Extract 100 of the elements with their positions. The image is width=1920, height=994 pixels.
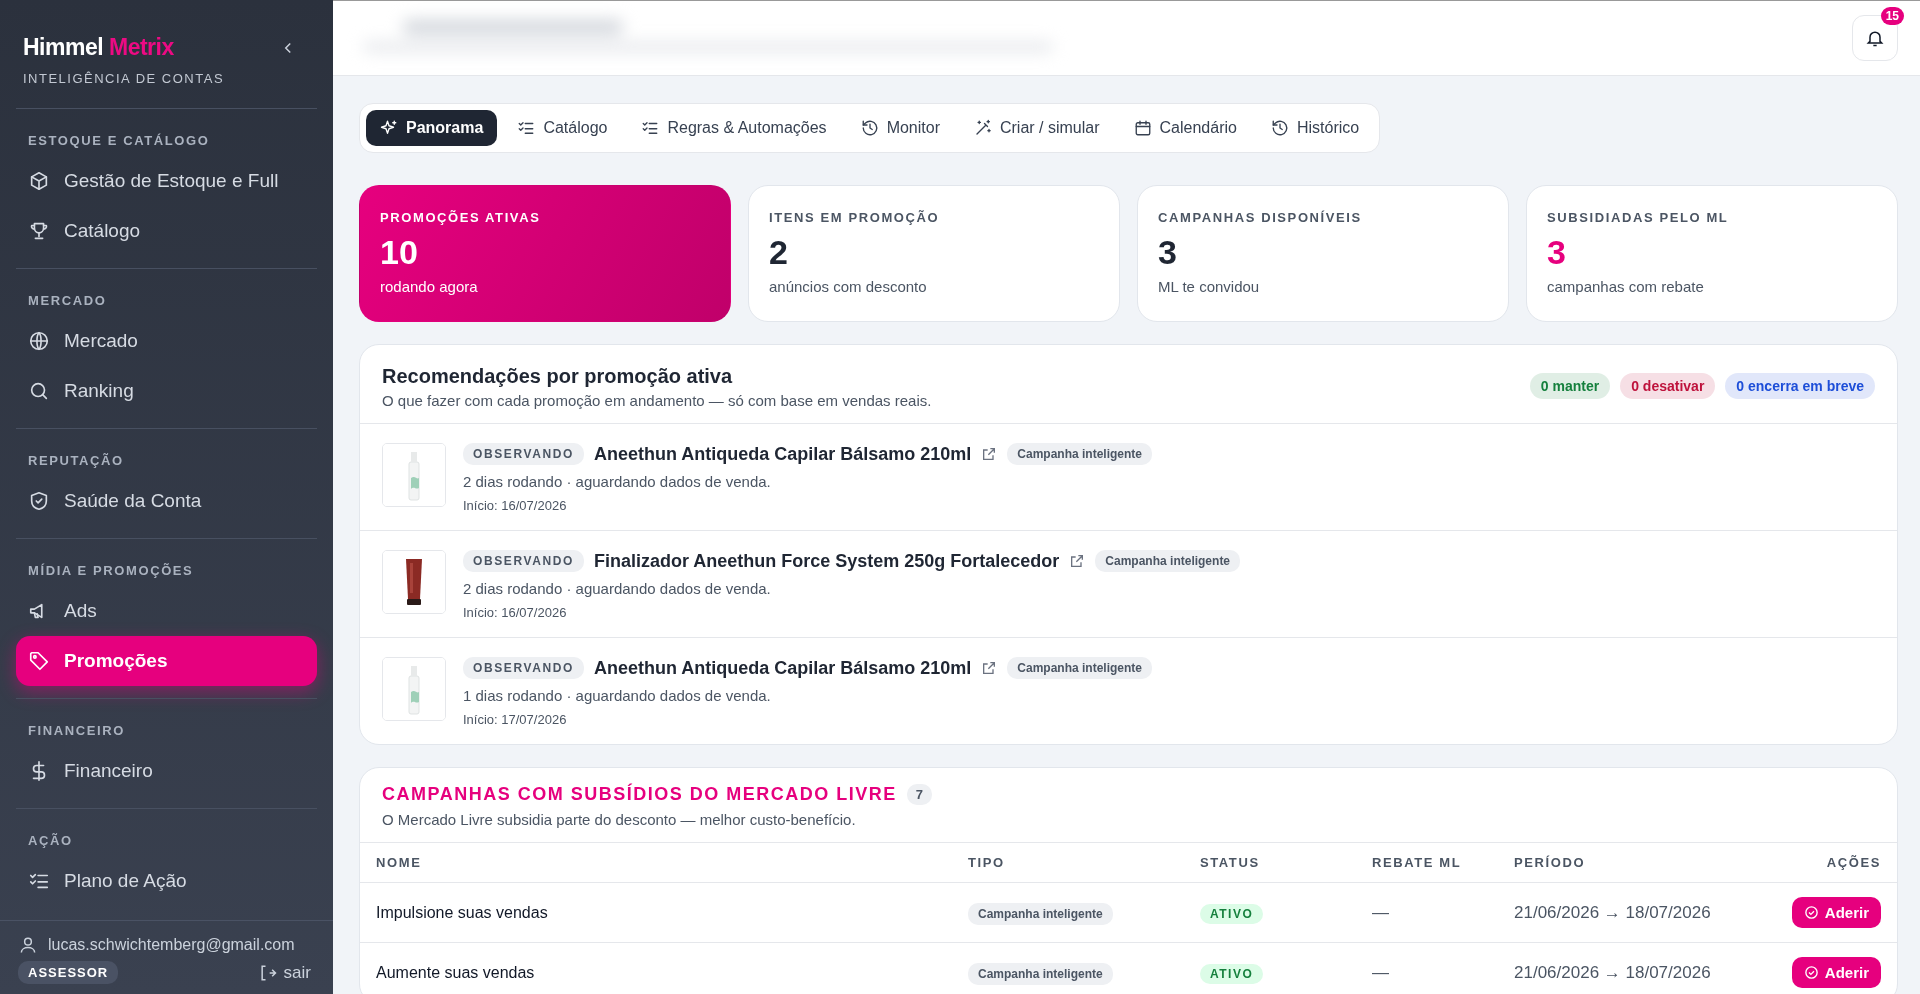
table-cell: 21/06/2026 → 18/07/2026 [1498,942,1759,994]
tab[interactable]: Calendário [1119,110,1251,146]
summary-pill: 0 desativar [1620,373,1716,399]
logout-button[interactable]: sair [251,961,317,984]
nav-item[interactable]: Plano de Ação [16,856,317,906]
checklist-icon [517,119,536,137]
stat-value: 3 [1158,233,1178,272]
promotion-detail: 1 dias rodando · aguardando dados de venda. [463,687,772,704]
join-button[interactable]: Aderir [1791,897,1881,928]
stat-title: PROMOÇÕES ATIVAS [380,210,542,225]
stat-caption: rodando agora [380,278,479,295]
trophy-icon [28,220,50,242]
stat-title: CAMPANHAS DISPONÍVEIS [1158,210,1363,225]
check-circle-icon [1803,965,1819,980]
history-icon [860,119,879,137]
tab[interactable]: Monitor [846,110,954,146]
brand-logo: Himmel Metrix [23,34,174,61]
external-link-icon[interactable] [1069,553,1086,569]
status-badge: OBSERVANDO [463,657,584,679]
table-cell: 21/06/2026 → 18/07/2026 [1498,882,1759,943]
campaign-tag: Campanha inteligente [1007,657,1152,679]
stat-value: 2 [769,233,789,272]
notification-badge: 15 [1880,7,1904,25]
globe-icon [28,330,50,352]
product-name: Aneethun Antiqueda Capilar Bálsamo 210ml [593,443,972,465]
search-icon [28,380,50,402]
tab[interactable]: Histórico [1256,110,1374,146]
table-cell: — [1356,942,1498,994]
panel-title: Recomendações por promoção ativa [382,365,734,388]
stat-value: 10 [380,233,419,272]
tab[interactable]: Criar / simular [960,110,1114,146]
wand-icon [974,119,992,137]
status-badge: OBSERVANDO [463,550,584,572]
section-title: MÍDIA E PROMOÇÕES [27,563,195,580]
nav-item[interactable]: Saúde da Conta [16,476,317,526]
column-header: AÇÕES [1758,843,1897,883]
promotion-detail: 2 dias rodando · aguardando dados de venda. [463,473,772,490]
column-header: STATUS [1184,843,1356,883]
user-icon [18,935,38,955]
join-button[interactable]: Aderir [1791,957,1881,988]
campaign-tag: Campanha inteligente [968,962,1113,985]
campaign-tag: Campanha inteligente [1007,443,1152,465]
tag-icon [28,650,50,672]
start-date: Início: 16/07/2026 [463,498,568,513]
shield-icon [28,490,50,512]
nav-item[interactable]: Ranking [16,366,317,416]
section-title: AÇÃO [27,833,74,850]
column-header: REBATE ML [1356,843,1498,883]
status-badge: ATIVO [1200,903,1264,924]
user-email: lucas.schwichtemberg@gmail.com [48,936,295,954]
summary-pill: 0 manter [1529,373,1611,399]
checklist-icon [641,119,660,137]
campaign-tag: Campanha inteligente [968,902,1113,925]
history-icon [1270,119,1289,137]
tab[interactable]: Catálogo [503,110,622,146]
brand-subtitle: INTELIGÊNCIA DE CONTAS [23,71,225,86]
column-header: NOME [360,843,952,883]
table-cell: — [1356,882,1498,943]
column-header: TIPO [952,843,1184,883]
table-cell: Impulsione suas vendas [360,882,952,943]
section-title: MERCADO [27,293,108,310]
stat-caption: ML te convidou [1158,278,1261,295]
external-link-icon[interactable] [981,660,998,676]
section-title: ESTOQUE E CATÁLOGO [27,133,211,150]
tab[interactable]: Regras & Automações [627,110,841,146]
column-header: PERÍODO [1498,843,1759,883]
product-name: Finalizador Aneethun Force System 250g Fortalecedor [593,550,1060,572]
start-date: Início: 17/07/2026 [463,712,568,727]
nav-item[interactable]: Mercado [16,316,317,366]
calendar-icon [1133,119,1152,137]
stat-title: SUBSIDIADAS PELO ML [1547,210,1730,225]
campaign-tag: Campanha inteligente [1095,550,1241,572]
product-name: Aneethun Antiqueda Capilar Bálsamo 210ml [593,657,972,679]
nav-item[interactable]: Gestão de Estoque e Full [16,156,317,206]
nav-item[interactable]: Promoções [16,636,317,686]
section-title: FINANCEIRO [27,723,126,740]
tab[interactable]: Panorama [366,110,498,146]
stat-caption: anúncios com desconto [769,278,928,295]
panel-title: CAMPANHAS COM SUBSÍDIOS DO MERCADO LIVRE [382,784,897,805]
status-badge: ATIVO [1200,963,1264,984]
section-title: REPUTAÇÃO [27,453,125,470]
check-circle-icon [1803,905,1819,920]
sparkles-icon [380,119,398,137]
promotion-detail: 2 dias rodando · aguardando dados de venda. [463,580,772,597]
start-date: Início: 16/07/2026 [463,605,568,620]
count-badge: 7 [906,784,932,805]
nav-item[interactable]: Ads [16,586,317,636]
table-cell: Aumente suas vendas [360,942,952,994]
status-badge: OBSERVANDO [463,443,584,465]
box-icon [28,170,50,192]
stat-title: ITENS EM PROMOÇÃO [769,210,941,225]
nav-item[interactable]: Catálogo [16,206,317,256]
stat-value: 3 [1547,233,1567,272]
external-link-icon[interactable] [981,446,998,462]
stat-caption: campanhas com rebate [1547,278,1705,295]
panel-subtitle: O que fazer com cada promoção em andamento — só com base em vendas reais. [382,392,932,409]
summary-pill: 0 encerra em breve [1725,373,1875,399]
panel-subtitle: O Mercado Livre subsidia parte do desconto — melhor custo-benefício. [382,811,857,828]
nav-item[interactable]: Financeiro [16,746,317,796]
role-badge: ASSESSOR [18,961,119,984]
